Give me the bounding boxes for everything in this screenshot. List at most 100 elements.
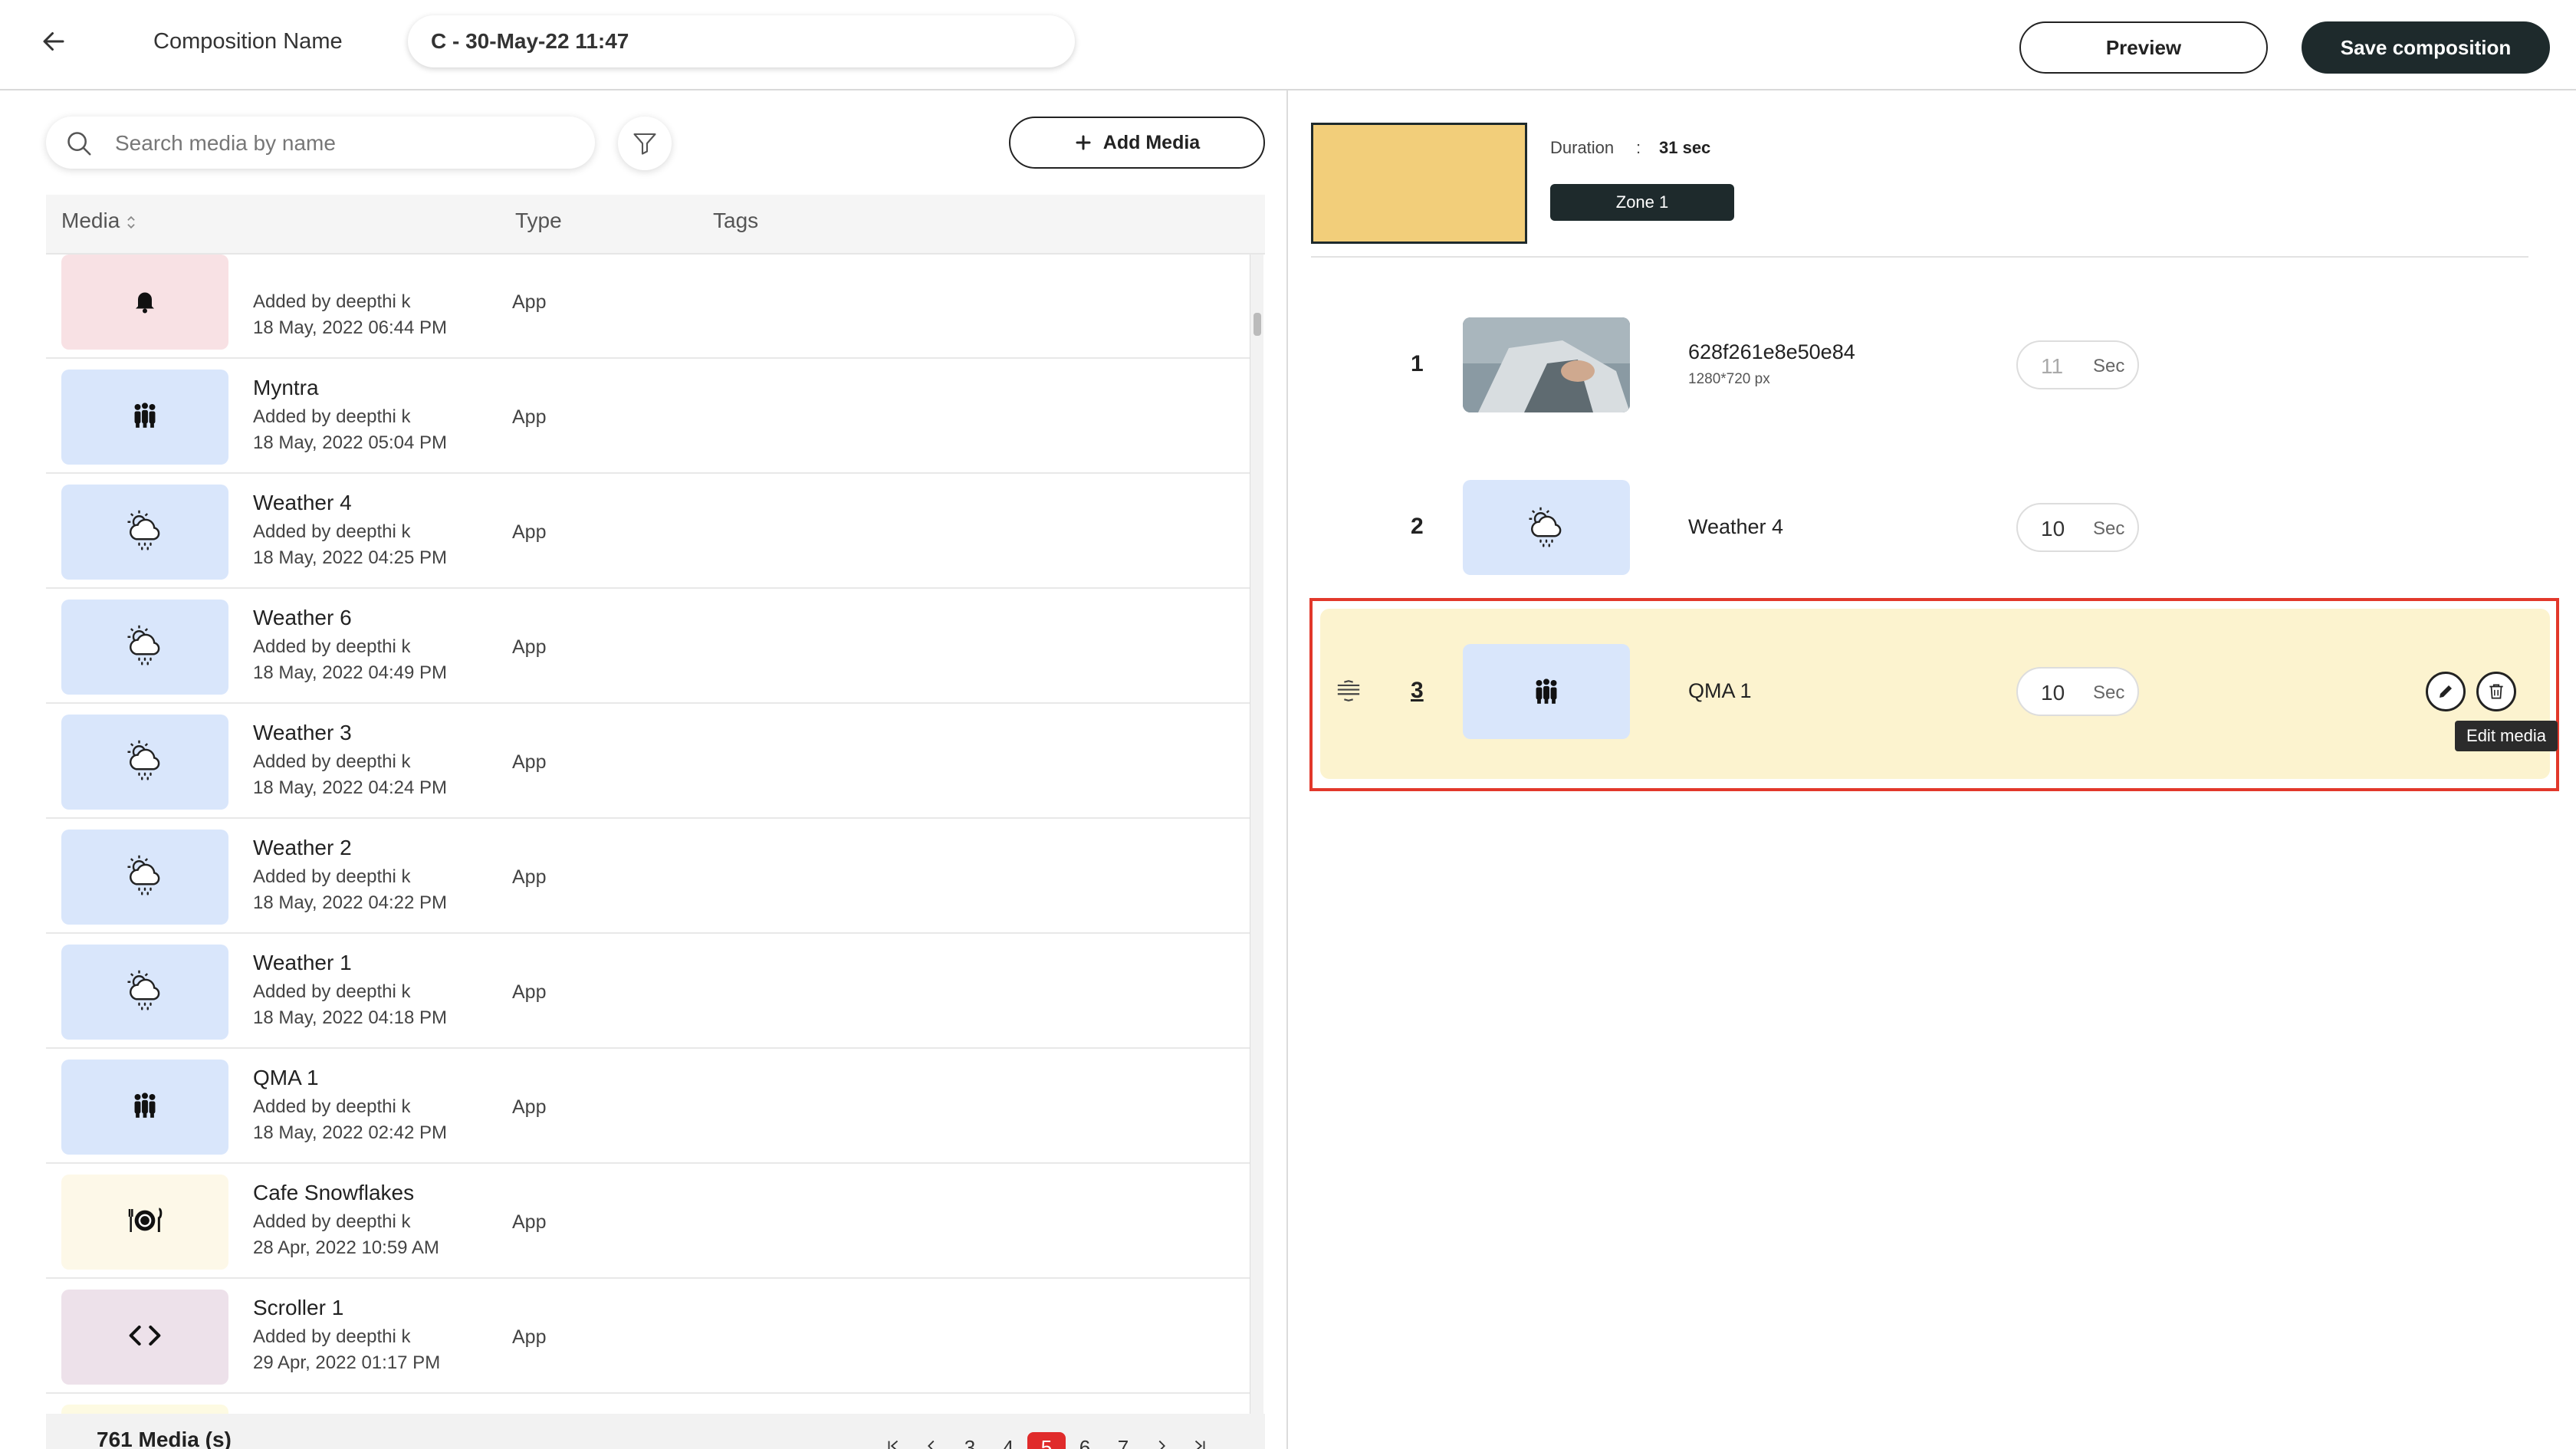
- media-date: 28 Apr, 2022 10:59 AM: [253, 1237, 439, 1258]
- media-list-row[interactable]: Cafe Snowflakes Added by deepthi k 28 Apr,…: [46, 1164, 1250, 1279]
- media-table-header: Media Type Tags: [46, 195, 1265, 255]
- next-page-button[interactable]: [1142, 1432, 1181, 1449]
- media-type: App: [512, 751, 547, 773]
- back-button[interactable]: [34, 21, 74, 61]
- media-type: App: [512, 866, 547, 888]
- composition-item[interactable]: 2 Weather 4 10 Sec: [1311, 451, 2556, 604]
- item-thumbnail-image: [1463, 317, 1630, 412]
- media-type: App: [512, 636, 547, 658]
- media-type: App: [512, 521, 547, 543]
- media-list-footer: 761 Media (s) 3 4 5 6 7: [46, 1414, 1265, 1449]
- item-duration-input[interactable]: 11 Sec: [2016, 340, 2139, 389]
- media-list: Added by deepthi k 18 May, 2022 06:44 PM A…: [46, 255, 1265, 1414]
- edit-media-tooltip: Edit media: [2455, 721, 2558, 751]
- media-name: Cafe Snowflakes: [253, 1181, 415, 1204]
- item-thumbnail: [1463, 644, 1630, 739]
- media-list-scrollbar[interactable]: [1250, 255, 1263, 1414]
- duration-label: Duration: [1550, 138, 1615, 157]
- preview-button[interactable]: Preview: [2019, 21, 2268, 74]
- page-button[interactable]: 3: [951, 1432, 989, 1449]
- media-thumbnail: [61, 830, 228, 925]
- item-number: 1: [1411, 351, 1424, 376]
- filter-button[interactable]: [618, 117, 672, 170]
- edit-media-button[interactable]: [2426, 672, 2466, 711]
- plate-icon: [126, 1204, 164, 1241]
- people-icon: [130, 1091, 159, 1124]
- first-page-button[interactable]: [874, 1432, 912, 1449]
- media-type: App: [512, 981, 547, 1003]
- media-type: App: [512, 406, 547, 428]
- media-list-row[interactable]: QMA 1 Added by deepthi k 18 May, 2022 02:4…: [46, 1049, 1250, 1164]
- item-duration-input[interactable]: 10 Sec: [2016, 667, 2139, 716]
- drag-handle-icon: [1337, 680, 1360, 702]
- drag-handle[interactable]: [1336, 679, 1362, 706]
- column-media[interactable]: Media: [61, 209, 136, 233]
- item-duration-input[interactable]: 10 Sec: [2016, 503, 2139, 552]
- media-name: Scroller 1: [253, 1296, 344, 1319]
- zone-divider: [1311, 256, 2528, 258]
- media-thumbnail: [61, 715, 228, 810]
- plus-icon: [1076, 135, 1091, 150]
- add-media-button[interactable]: Add Media: [1009, 117, 1265, 169]
- media-list-row[interactable]: Myntra Added by deepthi k 18 May, 2022 05:…: [46, 359, 1250, 474]
- chevron-right-icon: [1158, 1440, 1165, 1449]
- search-media-input[interactable]: Search media by name: [46, 117, 595, 169]
- code-icon: [128, 1319, 162, 1356]
- media-thumbnail: [61, 255, 228, 350]
- media-date: 18 May, 2022 04:22 PM: [253, 892, 448, 913]
- media-type: App: [512, 1096, 547, 1118]
- item-duration-value: 10: [2041, 517, 2065, 540]
- media-list-row[interactable]: Weather 6 Added by deepthi k 18 May, 2022 …: [46, 589, 1250, 704]
- media-added-by: Added by deepthi k: [253, 866, 411, 887]
- media-list-row[interactable]: Weather 1 Added by deepthi k 18 May, 2022 …: [46, 934, 1250, 1049]
- pagination: 3 4 5 6 7: [874, 1432, 1219, 1449]
- item-duration-unit: Sec: [2093, 356, 2125, 376]
- media-list-row[interactable]: Weather 3 Added by deepthi k 18 May, 2022 …: [46, 704, 1250, 819]
- composition-item[interactable]: 1 628f261e8e50e84 1280*720 px 11 Sec: [1311, 288, 2556, 442]
- zone-button[interactable]: Zone 1: [1550, 184, 1734, 221]
- delete-media-button[interactable]: [2476, 672, 2516, 711]
- media-thumbnail: [61, 1405, 228, 1414]
- item-thumbnail: [1463, 480, 1630, 575]
- media-date: 18 May, 2022 04:25 PM: [253, 547, 448, 568]
- composition-item-selected[interactable]: 3 QMA 1 10 Sec: [1311, 615, 2556, 768]
- media-added-by: Added by deepthi k: [253, 1096, 411, 1117]
- item-duration-value: 10: [2041, 681, 2065, 705]
- weather-icon: [122, 853, 168, 902]
- media-added-by: Added by deepthi k: [253, 521, 411, 542]
- media-list-row[interactable]: Web URL App 1Added by deepthi kApp: [46, 1394, 1250, 1414]
- save-composition-button[interactable]: Save composition: [2302, 21, 2550, 74]
- media-added-by: Added by deepthi k: [253, 981, 411, 1002]
- item-number: 3: [1411, 678, 1424, 703]
- item-name: 628f261e8e50e84: [1688, 340, 1855, 363]
- item-number: 2: [1411, 514, 1424, 539]
- scrollbar-thumb[interactable]: [1254, 313, 1261, 336]
- header-bar: Composition Name C - 30-May-22 11:47 Pre…: [0, 0, 2576, 90]
- item-name: Weather 4: [1688, 515, 1784, 538]
- duration-colon: :: [1636, 138, 1641, 157]
- prev-page-button[interactable]: [912, 1432, 951, 1449]
- duration-value: 31 sec: [1659, 138, 1711, 157]
- media-date: 29 Apr, 2022 01:17 PM: [253, 1352, 441, 1373]
- page-button[interactable]: 6: [1066, 1432, 1104, 1449]
- item-name: QMA 1: [1688, 679, 1752, 702]
- bell-icon: [131, 287, 159, 318]
- weather-icon: [122, 623, 168, 672]
- search-icon: [67, 132, 91, 156]
- media-list-row[interactable]: Weather 2 Added by deepthi k 18 May, 2022 …: [46, 819, 1250, 934]
- page-button-current[interactable]: 5: [1027, 1432, 1066, 1449]
- media-date: 18 May, 2022 04:18 PM: [253, 1007, 448, 1028]
- composition-name-input[interactable]: C - 30-May-22 11:47: [408, 15, 1075, 67]
- photo-thumbnail-icon: [1463, 317, 1630, 412]
- page-button[interactable]: 7: [1104, 1432, 1142, 1449]
- search-placeholder: Search media by name: [115, 131, 336, 155]
- media-added-by: Added by deepthi k: [253, 1211, 411, 1232]
- media-date: 18 May, 2022 02:42 PM: [253, 1122, 448, 1143]
- media-list-row[interactable]: Scroller 1 Added by deepthi k 29 Apr, 2022…: [46, 1279, 1250, 1394]
- media-thumbnail: [61, 485, 228, 580]
- media-list-row[interactable]: Added by deepthi k 18 May, 2022 06:44 PM A…: [46, 255, 1250, 359]
- media-list-row[interactable]: Weather 4 Added by deepthi k 18 May, 2022 …: [46, 474, 1250, 589]
- column-media-label: Media: [61, 209, 120, 232]
- last-page-button[interactable]: [1181, 1432, 1219, 1449]
- page-button[interactable]: 4: [989, 1432, 1027, 1449]
